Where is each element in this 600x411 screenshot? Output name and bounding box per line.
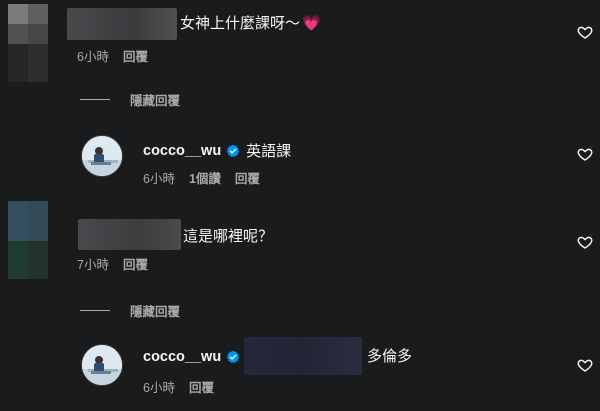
heart-outline-icon[interactable] [577,24,593,40]
heart-outline-icon[interactable] [577,357,593,373]
reply-button[interactable]: 回覆 [235,172,260,186]
commenter-avatar-blurred[interactable] [8,4,48,82]
heart-outline-icon[interactable] [577,234,593,250]
mentioned-user-blurred[interactable] [244,337,362,375]
comment-text-content: 這是哪裡呢？ [183,228,274,245]
comment-meta: 7小時 回覆 [77,257,162,273]
reply-meta: 6小時 1個讚 回覆 [143,171,274,187]
comment-meta: 6小時 回覆 [77,49,162,65]
divider-dash [80,310,110,311]
verified-badge-icon [227,144,240,157]
reply-text: 多倫多 [367,347,412,367]
reply-time: 6小時 [143,172,175,186]
reply-button[interactable]: 回覆 [123,50,148,64]
verified-badge-icon [227,350,240,364]
comment-time: 7小時 [77,258,109,272]
divider-dash [80,99,110,100]
comment-time: 6小時 [77,50,109,64]
hide-replies-toggle[interactable]: 隱藏回覆 [80,90,180,109]
reply-text: 英語課 [246,143,292,160]
username-text[interactable]: cocco__wu [143,143,221,159]
hide-replies-toggle[interactable]: 隱藏回覆 [80,301,180,320]
reply-username[interactable]: cocco__wu 英語課 [143,140,291,161]
comment-text: 這是哪裡呢？ [183,227,273,247]
reply-button[interactable]: 回覆 [123,258,148,272]
reply-meta: 6小時 回覆 [143,380,228,396]
username-text[interactable]: cocco__wu [143,349,221,365]
avatar-photo [82,345,122,385]
hide-replies-label[interactable]: 隱藏回覆 [130,90,180,109]
comment-text: 女神上什麼課呀～ 💗 [180,14,321,34]
hide-replies-label[interactable]: 隱藏回覆 [130,301,180,320]
reply-avatar[interactable] [81,135,123,177]
commenter-name-blurred[interactable] [78,219,181,250]
heart-outline-icon[interactable] [577,146,593,162]
reply-avatar[interactable] [81,344,123,386]
comment-text-content: 女神上什麼課呀～ [180,15,301,32]
commenter-name-blurred[interactable] [67,8,177,40]
reply-button[interactable]: 回覆 [189,381,214,395]
avatar-photo [82,136,122,176]
pink-heart-emoji: 💗 [302,15,321,32]
reply-username[interactable]: cocco__wu [143,349,240,365]
reply-time: 6小時 [143,381,175,395]
commenter-avatar-blurred[interactable] [8,201,48,279]
reply-text-content: 多倫多 [367,348,413,365]
likes-count[interactable]: 1個讚 [189,172,221,186]
